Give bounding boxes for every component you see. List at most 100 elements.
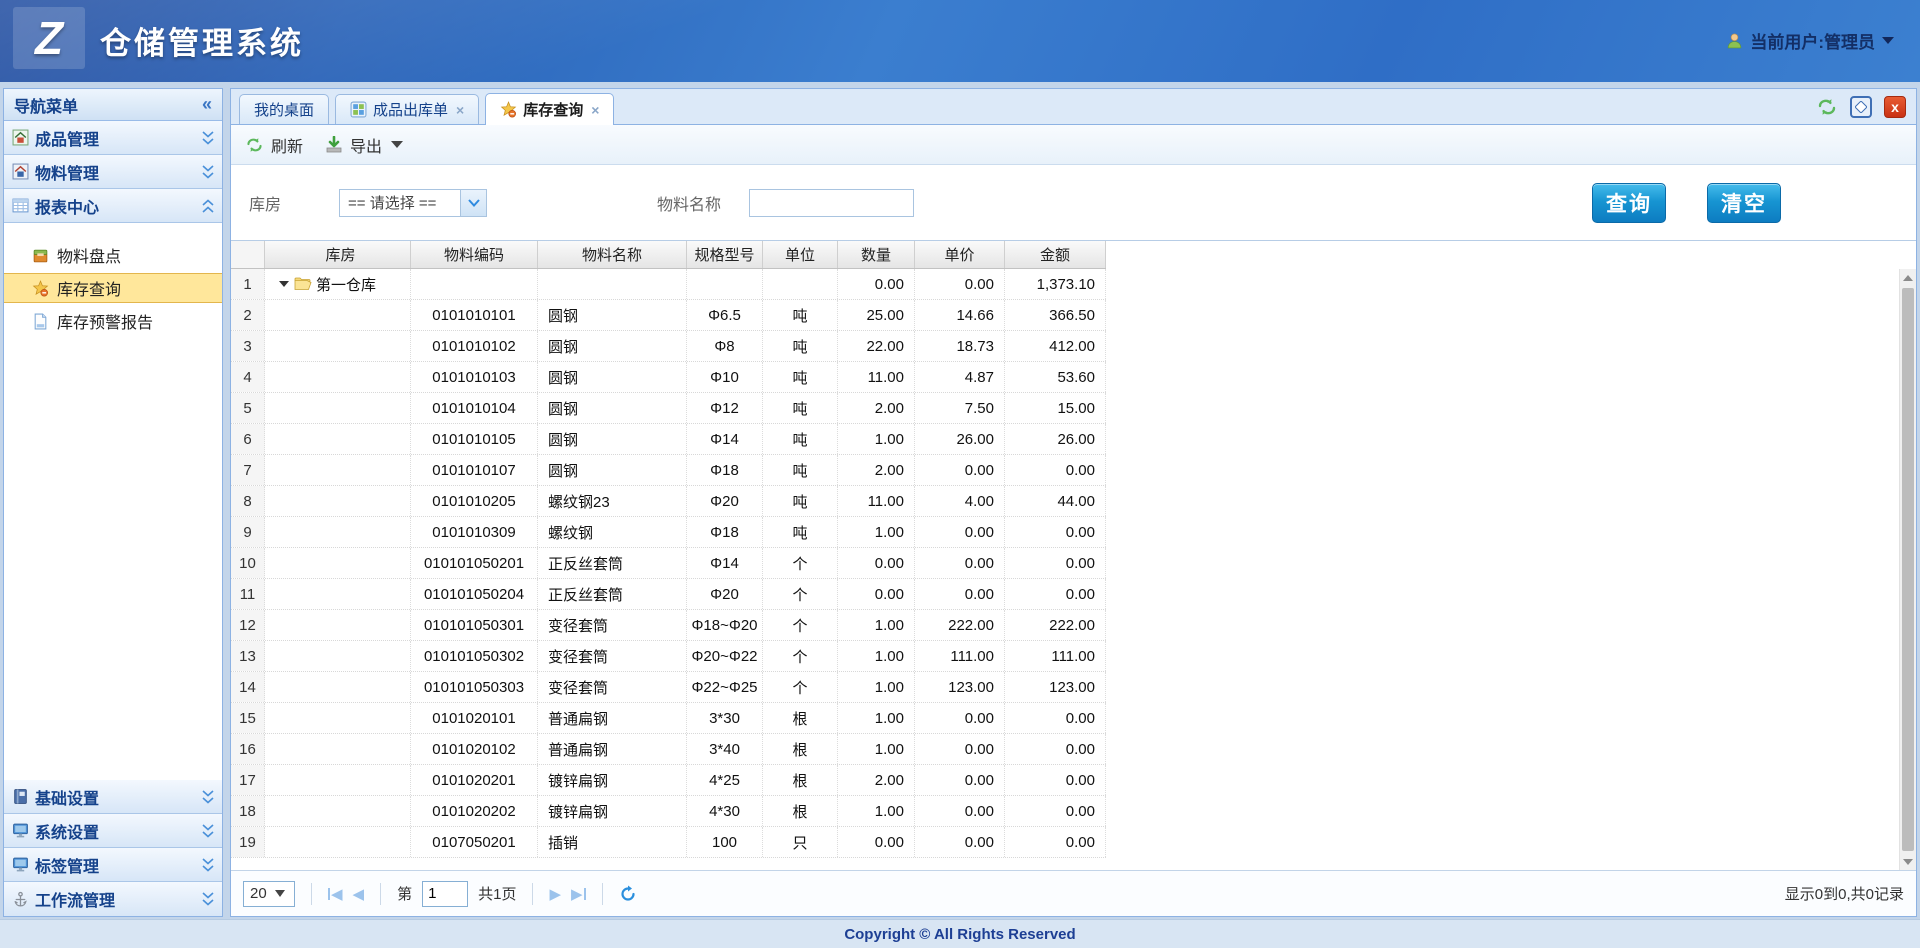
sidebar-section-workflow[interactable]: 工作流管理 — [4, 882, 222, 916]
chevron-up-icon — [202, 199, 214, 213]
table-row[interactable]: 80101010205螺纹钢23Φ20吨11.004.0044.00 — [231, 486, 1106, 517]
refresh-label: 刷新 — [271, 133, 303, 157]
sidebar-item-inventory-query[interactable]: 库存查询 — [4, 273, 222, 303]
sidebar-collapse-icon[interactable]: « — [202, 94, 212, 115]
cell-unit: 吨 — [763, 300, 838, 330]
table-row[interactable]: 180101020202镀锌扁钢4*30根1.000.000.00 — [231, 796, 1106, 827]
cell-spec — [687, 269, 763, 299]
cell-unit: 根 — [763, 703, 838, 733]
table-row[interactable]: 160101020102普通扁钢3*40根1.000.000.00 — [231, 734, 1106, 765]
refresh-tabs-icon[interactable] — [1816, 97, 1838, 117]
sidebar-section-basic-settings[interactable]: 基础设置 — [4, 780, 222, 814]
cell-warehouse — [265, 331, 411, 361]
cell-price: 4.87 — [915, 362, 1005, 392]
table-row[interactable]: 60101010105圆钢Φ14吨1.0026.0026.00 — [231, 424, 1106, 455]
table-row[interactable]: 150101020101普通扁钢3*30根1.000.000.00 — [231, 703, 1106, 734]
table-header: 库房 物料编码 物料名称 规格型号 单位 数量 单价 金额 — [231, 241, 1106, 269]
column-header-unit[interactable]: 单位 — [763, 241, 838, 268]
sidebar-section-materials[interactable]: 物料管理 — [4, 155, 222, 189]
tab-label: 成品出库单 — [373, 99, 448, 120]
maximize-icon[interactable] — [1850, 96, 1872, 118]
cell-name: 圆钢 — [538, 455, 687, 485]
clear-button[interactable]: 清空 — [1707, 183, 1781, 223]
cell-warehouse — [265, 424, 411, 454]
table-row[interactable]: 1第一仓库0.000.001,373.10 — [231, 269, 1106, 300]
cell-amount: 222.00 — [1005, 610, 1106, 640]
warehouse-select[interactable]: == 请选择 == — [339, 189, 487, 217]
column-header-code[interactable]: 物料编码 — [411, 241, 538, 268]
cell-unit: 吨 — [763, 331, 838, 361]
page-size-select[interactable]: 20 — [243, 881, 295, 907]
grid-icon — [350, 101, 367, 118]
table-row[interactable]: 13010101050302变径套筒Φ20~Φ22个1.00111.00111.… — [231, 641, 1106, 672]
cell-price: 26.00 — [915, 424, 1005, 454]
cell-warehouse — [265, 796, 411, 826]
next-page-button[interactable]: ▶ — [549, 885, 561, 903]
reload-grid-icon[interactable] — [619, 885, 637, 903]
cell-amount: 15.00 — [1005, 393, 1106, 423]
first-page-button[interactable]: ◀ — [328, 885, 343, 903]
tree-expand-icon[interactable] — [279, 281, 289, 287]
last-page-button[interactable]: ▶ — [571, 885, 586, 903]
table-row[interactable]: 30101010102圆钢Φ8吨22.0018.73412.00 — [231, 331, 1106, 362]
sidebar-item-material-stocktake[interactable]: 物料盘点 — [4, 240, 222, 270]
cell-unit: 个 — [763, 548, 838, 578]
sidebar-item-stock-alert-report[interactable]: 库存预警报告 — [4, 306, 222, 336]
vertical-scrollbar[interactable] — [1899, 269, 1916, 870]
refresh-button[interactable]: 刷新 — [245, 133, 303, 157]
sidebar-section-system-settings[interactable]: 系统设置 — [4, 814, 222, 848]
query-button[interactable]: 查询 — [1592, 183, 1666, 223]
sidebar-section-finished-goods[interactable]: 成品管理 — [4, 121, 222, 155]
tab-close-icon[interactable]: × — [456, 102, 464, 118]
cell-amount: 0.00 — [1005, 455, 1106, 485]
current-user-menu[interactable]: 当前用户:管理员 — [1726, 28, 1894, 53]
cell-name: 镀锌扁钢 — [538, 796, 687, 826]
table-row[interactable]: 190107050201插销100只0.000.000.00 — [231, 827, 1106, 858]
table-row[interactable]: 40101010103圆钢Φ10吨11.004.8753.60 — [231, 362, 1106, 393]
scroll-down-icon[interactable] — [1900, 853, 1916, 870]
table-row[interactable]: 170101020201镀锌扁钢4*25根2.000.000.00 — [231, 765, 1106, 796]
close-panel-icon[interactable]: x — [1884, 96, 1906, 118]
column-header-amount[interactable]: 金额 — [1005, 241, 1106, 268]
cell-unit: 吨 — [763, 455, 838, 485]
column-header-spec[interactable]: 规格型号 — [687, 241, 763, 268]
cell-warehouse — [265, 734, 411, 764]
table-row[interactable]: 12010101050301变径套筒Φ18~Φ20个1.00222.00222.… — [231, 610, 1106, 641]
table-row[interactable]: 10010101050201正反丝套筒Φ14个0.000.000.00 — [231, 548, 1106, 579]
tab-inventory-query[interactable]: 库存查询 × — [485, 93, 614, 125]
table-row[interactable]: 90101010309螺纹钢Φ18吨1.000.000.00 — [231, 517, 1106, 548]
cell-spec: Φ22~Φ25 — [687, 672, 763, 702]
table-row[interactable]: 50101010104圆钢Φ12吨2.007.5015.00 — [231, 393, 1106, 424]
tab-product-outbound[interactable]: 成品出库单 × — [335, 94, 479, 124]
cell-qty: 0.00 — [838, 579, 915, 609]
cell-num: 14 — [231, 672, 265, 702]
chevron-down-icon — [202, 790, 214, 804]
column-header-warehouse[interactable]: 库房 — [265, 241, 411, 268]
cell-code: 0101010309 — [411, 517, 538, 547]
table-row[interactable]: 11010101050204正反丝套筒Φ20个0.000.000.00 — [231, 579, 1106, 610]
scroll-up-icon[interactable] — [1900, 269, 1916, 286]
sidebar-section-label-management[interactable]: 标签管理 — [4, 848, 222, 882]
column-header-price[interactable]: 单价 — [915, 241, 1005, 268]
page-number-input[interactable] — [422, 881, 468, 907]
table-row[interactable]: 20101010101圆钢Φ6.5吨25.0014.66366.50 — [231, 300, 1106, 331]
cell-code: 010101050201 — [411, 548, 538, 578]
warehouse-label: 库房 — [249, 191, 281, 215]
scrollbar-thumb[interactable] — [1902, 288, 1914, 851]
sidebar-section-reports[interactable]: 报表中心 — [4, 189, 222, 223]
column-header-name[interactable]: 物料名称 — [538, 241, 687, 268]
export-button[interactable]: 导出 — [325, 133, 403, 157]
cell-warehouse — [265, 765, 411, 795]
material-name-input[interactable] — [749, 189, 914, 217]
cell-spec: Φ12 — [687, 393, 763, 423]
export-label: 导出 — [350, 133, 382, 157]
prev-page-button[interactable]: ◀ — [353, 885, 365, 903]
tab-close-icon[interactable]: × — [591, 102, 599, 118]
table-row[interactable]: 70101010107圆钢Φ18吨2.000.000.00 — [231, 455, 1106, 486]
tab-my-desktop[interactable]: 我的桌面 — [239, 94, 329, 124]
column-header-qty[interactable]: 数量 — [838, 241, 915, 268]
cell-amount: 0.00 — [1005, 827, 1106, 857]
logo-letter: Z — [35, 11, 63, 65]
user-caret-icon — [1882, 37, 1894, 44]
table-row[interactable]: 14010101050303变径套筒Φ22~Φ25个1.00123.00123.… — [231, 672, 1106, 703]
